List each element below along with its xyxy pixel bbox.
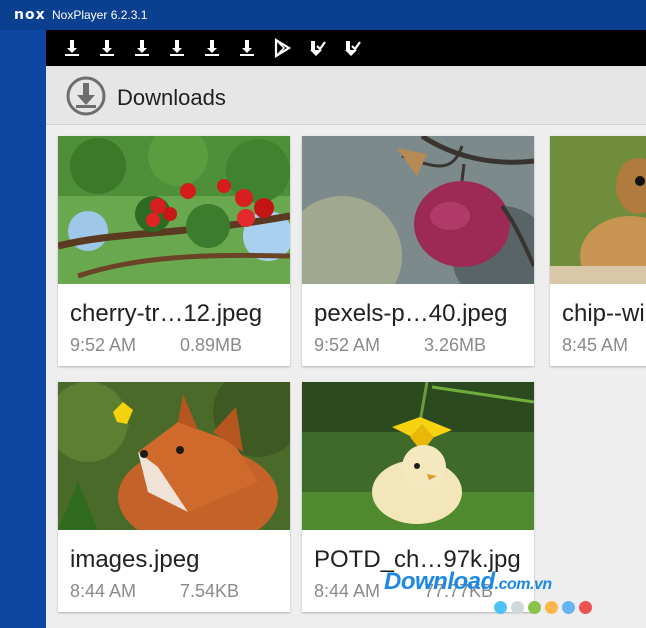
play-store-icon (274, 38, 292, 58)
fox-thumbnail (58, 382, 290, 530)
file-time: 9:52 AM (70, 335, 137, 355)
left-frame (0, 30, 46, 628)
download-icon (240, 40, 254, 56)
file-name: chip--wi (562, 300, 645, 327)
file-time: 8:44 AM (314, 581, 381, 601)
status-bar (46, 30, 646, 66)
download-icon (65, 40, 79, 56)
file-card[interactable]: chip--wi 8:45 AM (550, 136, 646, 366)
chick-thumbnail (302, 382, 534, 530)
chipmunk-thumbnail (550, 136, 646, 284)
file-card[interactable]: pexels-p…40.jpeg 9:52 AM 3.26MB (302, 136, 534, 366)
file-card[interactable]: images.jpeg 8:44 AM 7.54KB (58, 382, 290, 612)
download-icon[interactable] (66, 76, 106, 116)
window-title: NoxPlayer 6.2.3.1 (52, 8, 148, 22)
cherry-tree-thumbnail (58, 136, 290, 284)
download-icon (135, 40, 149, 56)
watermark-dots (494, 601, 596, 619)
download-icon (205, 40, 219, 56)
download-icon (170, 40, 184, 56)
file-name: pexels-p…40.jpeg (314, 300, 508, 327)
file-size: 7.54KB (180, 581, 240, 601)
download-done-icon (310, 41, 326, 56)
apple-thumbnail (302, 136, 534, 284)
download-watermark: Download.com.vn (384, 568, 552, 595)
download-done-icon (345, 41, 361, 56)
nox-logo: nox (14, 7, 46, 23)
file-card[interactable]: cherry-tr…12.jpeg 9:52 AM 0.89MB (58, 136, 290, 366)
file-time: 9:52 AM (314, 335, 381, 355)
download-icon (100, 40, 114, 56)
app-bar: Downloads (46, 66, 646, 125)
window-titlebar: nox NoxPlayer 6.2.3.1 (0, 0, 646, 30)
file-time: 8:44 AM (70, 581, 137, 601)
file-size: 0.89MB (180, 335, 243, 355)
file-name: images.jpeg (70, 546, 200, 573)
file-name: cherry-tr…12.jpeg (70, 300, 263, 327)
page-title: Downloads (117, 85, 226, 110)
file-size: 3.26MB (424, 335, 487, 355)
file-time: 8:45 AM (562, 335, 629, 355)
android-screen: Downloads cherry-tr…12.jpeg 9:52 AM 0.89… (46, 30, 646, 628)
